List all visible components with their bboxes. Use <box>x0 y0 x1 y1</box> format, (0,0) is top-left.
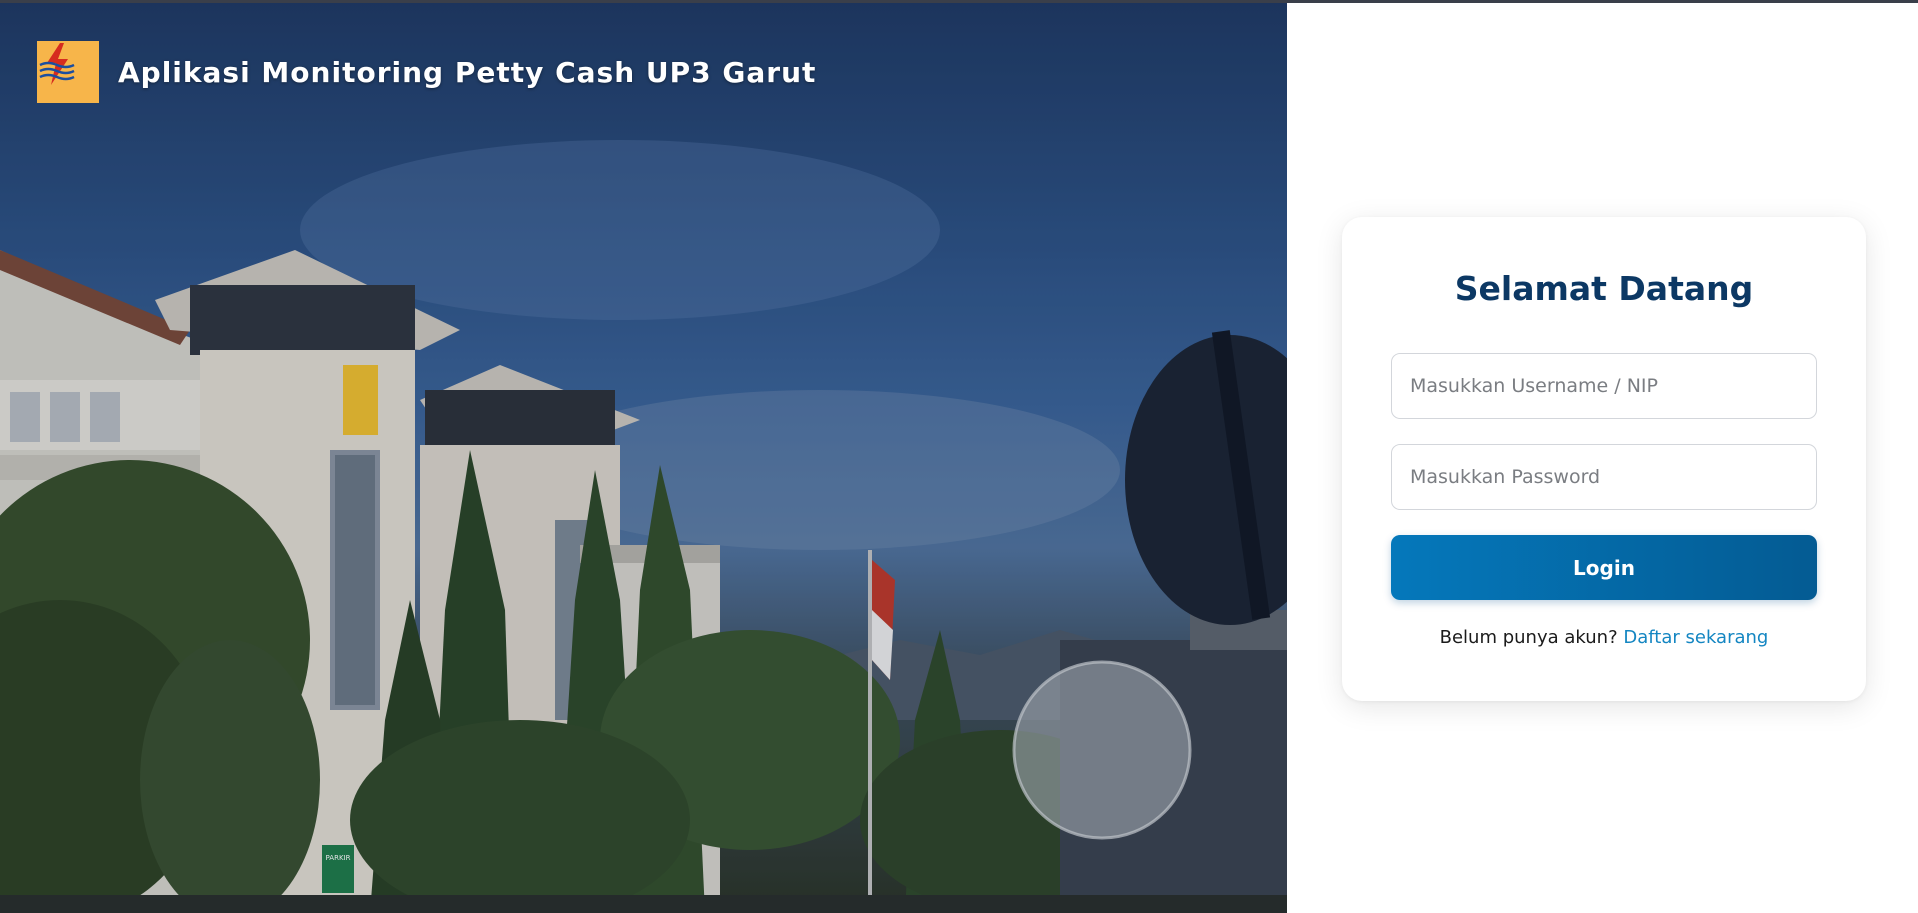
lightning-icon <box>39 43 75 85</box>
app-brand: Aplikasi Monitoring Petty Cash UP3 Garut <box>37 41 816 103</box>
register-link[interactable]: Daftar sekarang <box>1623 627 1768 648</box>
welcome-heading: Selamat Datang <box>1454 269 1754 308</box>
username-input[interactable] <box>1391 353 1817 419</box>
photo-dim-overlay <box>0 0 1287 913</box>
login-card: Selamat Datang Login Belum punya akun? D… <box>1342 217 1866 701</box>
register-prompt-text: Belum punya akun? <box>1439 627 1618 648</box>
top-border <box>0 0 1918 3</box>
app-title: Aplikasi Monitoring Petty Cash UP3 Garut <box>118 55 817 89</box>
background-photo: PARKIR Aplikasi Monitoring Petty Cash UP… <box>0 0 1287 913</box>
login-button[interactable]: Login <box>1391 535 1817 600</box>
register-prompt-line: Belum punya akun? Daftar sekarang <box>1342 627 1866 648</box>
password-input[interactable] <box>1391 444 1817 510</box>
pln-lightning-logo-icon <box>37 41 99 103</box>
